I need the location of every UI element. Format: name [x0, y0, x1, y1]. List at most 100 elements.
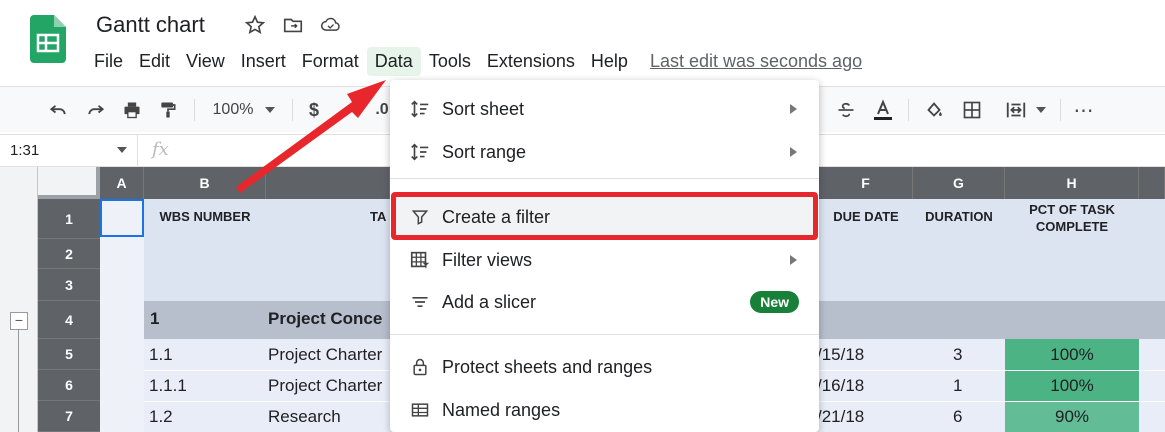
sort-icon: [408, 97, 432, 121]
header-task: TA: [370, 209, 387, 224]
column-header-g[interactable]: G: [913, 167, 1005, 199]
menu-tools[interactable]: Tools: [421, 47, 479, 76]
task-pct-complete: 100%: [1005, 339, 1139, 370]
undo-icon[interactable]: [44, 97, 72, 123]
row-header-6[interactable]: 6: [38, 370, 100, 401]
select-all-corner[interactable]: [38, 167, 100, 199]
task-wbs: 1.1.1: [149, 376, 187, 395]
menu-extensions[interactable]: Extensions: [479, 47, 583, 76]
task-duration: 3: [953, 345, 963, 364]
menu-format[interactable]: Format: [294, 47, 367, 76]
chevron-down-icon: [265, 107, 276, 113]
name-box[interactable]: 1:31: [0, 135, 138, 167]
row-header-4[interactable]: 4: [38, 301, 100, 339]
task-due-date: /15/18: [817, 345, 865, 364]
toolbar-separator: [1060, 99, 1061, 121]
menu-item-protect-sheets[interactable]: Protect sheets and ranges: [390, 347, 819, 387]
header-duration: DURATION: [925, 209, 993, 224]
task-wbs: 1.1: [149, 345, 173, 364]
print-icon[interactable]: [118, 97, 146, 123]
column-header-i[interactable]: [1139, 167, 1165, 199]
fill-color-icon[interactable]: [920, 97, 948, 123]
header-pct-complete-line1: PCT OF TASK: [1029, 202, 1115, 217]
menu-help[interactable]: Help: [583, 47, 636, 76]
star-icon[interactable]: [244, 14, 266, 36]
row-header-2[interactable]: 2: [38, 239, 100, 269]
menu-file[interactable]: File: [86, 47, 131, 76]
menu-view[interactable]: View: [178, 47, 233, 76]
decimal-format-button[interactable]: .0: [372, 97, 392, 123]
add-slicer-label: Add a slicer: [442, 291, 537, 312]
menu-separator: [390, 178, 819, 179]
menu-bar: File Edit View Insert Format Data Tools …: [86, 46, 862, 76]
column-header-c[interactable]: [266, 167, 390, 199]
header-due-date: DUE DATE: [833, 209, 899, 224]
row-header-3[interactable]: 3: [38, 269, 100, 301]
sort-range-label: Sort range: [442, 141, 527, 162]
menu-item-filter-views[interactable]: Filter views: [390, 240, 819, 280]
sheets-logo-icon[interactable]: [30, 15, 66, 63]
redo-icon[interactable]: [82, 97, 110, 123]
task-due-date: /16/18: [817, 376, 865, 395]
text-color-icon[interactable]: [868, 97, 898, 123]
lock-icon: [408, 355, 432, 379]
filter-icon: [408, 205, 432, 229]
menu-item-sort-sheet[interactable]: Sort sheet: [390, 89, 819, 129]
menu-insert[interactable]: Insert: [233, 47, 294, 76]
more-icon[interactable]: ⋯: [1070, 97, 1098, 123]
menu-item-named-ranges[interactable]: Named ranges: [390, 390, 819, 430]
name-box-value: 1:31: [10, 142, 40, 159]
task-name: Project Charter: [268, 376, 383, 395]
task-pct-complete: 90%: [1005, 402, 1139, 432]
row-header-7[interactable]: 7: [38, 401, 100, 432]
fx-icon: fx: [152, 139, 169, 160]
menu-item-add-slicer[interactable]: Add a slicer New: [390, 282, 819, 322]
zoom-select[interactable]: 100%: [208, 97, 280, 123]
task-duration: 1: [953, 376, 963, 395]
borders-icon[interactable]: [958, 97, 986, 123]
row-header-1[interactable]: 1: [38, 199, 100, 239]
menu-separator: [390, 334, 819, 335]
filter-views-icon: [408, 248, 432, 272]
menu-item-sort-range[interactable]: Sort range: [390, 132, 819, 172]
chevron-down-icon: [117, 147, 127, 153]
named-ranges-icon: [408, 398, 432, 422]
chevron-right-icon: [790, 255, 797, 265]
task-name: Project Charter: [268, 345, 383, 364]
column-header-a[interactable]: A: [100, 167, 144, 199]
named-ranges-label: Named ranges: [442, 399, 561, 420]
toolbar-separator: [292, 99, 293, 121]
task-name: Research: [268, 407, 341, 426]
protect-label: Protect sheets and ranges: [442, 356, 653, 377]
currency-format-button[interactable]: $: [304, 97, 324, 123]
collapse-group-button[interactable]: −: [10, 312, 28, 330]
selected-cell-a1[interactable]: [100, 199, 144, 237]
column-header-b[interactable]: B: [144, 167, 266, 199]
column-header-h[interactable]: H: [1005, 167, 1139, 199]
cloud-status-icon[interactable]: [320, 14, 342, 36]
row-group-line: [18, 327, 19, 432]
phase-task: Project Conce: [268, 309, 383, 328]
slicer-icon: [408, 290, 432, 314]
move-folder-icon[interactable]: [282, 14, 304, 36]
menu-edit[interactable]: Edit: [131, 47, 178, 76]
header-pct-complete: PCT OF TASK COMPLETE: [1005, 201, 1139, 235]
menu-item-create-filter[interactable]: Create a filter: [390, 197, 819, 237]
strikethrough-icon[interactable]: [832, 97, 860, 123]
data-menu-dropdown: Sort sheet Sort range Create a filter Fi…: [390, 80, 819, 432]
toolbar-separator: [194, 99, 195, 121]
row-header-5[interactable]: 5: [38, 339, 100, 370]
task-due-date: /21/18: [817, 407, 865, 426]
merge-cells-icon[interactable]: [998, 97, 1052, 123]
task-duration: 6: [953, 407, 963, 426]
chevron-down-icon: [1036, 107, 1046, 113]
document-title[interactable]: Gantt chart: [96, 12, 205, 38]
menu-data[interactable]: Data: [366, 46, 421, 76]
row-group-gutter: [0, 167, 38, 432]
toolbar-separator: [908, 99, 909, 121]
header-pct-complete-line2: COMPLETE: [1035, 219, 1109, 234]
last-edit-link[interactable]: Last edit was seconds ago: [650, 51, 862, 72]
sort-sheet-label: Sort sheet: [442, 98, 525, 119]
column-header-f[interactable]: F: [819, 167, 913, 199]
paint-format-icon[interactable]: [154, 97, 182, 123]
